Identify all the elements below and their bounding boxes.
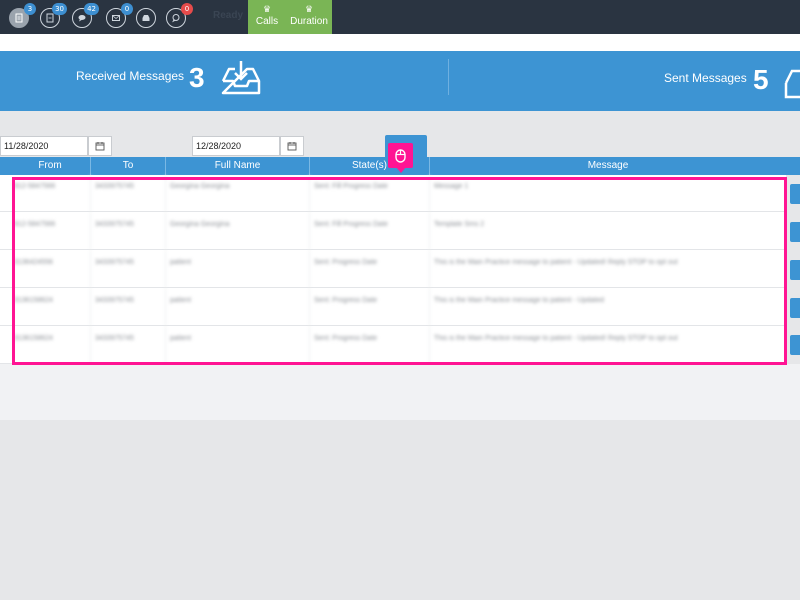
cell-to: 3433975745 bbox=[91, 213, 166, 250]
cell-to: 3433975745 bbox=[91, 251, 166, 288]
row-action-button[interactable] bbox=[790, 184, 800, 204]
cell-from: 912-5847566 bbox=[10, 213, 91, 250]
table-footer-area bbox=[0, 364, 800, 420]
notification-badge: 0 bbox=[121, 3, 133, 15]
spacer-strip bbox=[0, 34, 800, 51]
row-action-button[interactable] bbox=[790, 335, 800, 355]
inbox-download-icon bbox=[221, 61, 261, 95]
from-date-value: 11/28/2020 bbox=[4, 141, 49, 151]
sent-messages-count: 5 bbox=[753, 64, 769, 95]
cell-message: This is the Main Practice message to pat… bbox=[434, 259, 678, 266]
row-action-button[interactable] bbox=[790, 298, 800, 318]
cell-from: 3136158624 bbox=[10, 289, 91, 326]
notification-badge: 3 bbox=[24, 3, 36, 15]
tab-duration[interactable]: ♛ Duration bbox=[286, 0, 332, 34]
cell-from: 3136424556 bbox=[10, 251, 91, 288]
cell-states: Sent: Fill Progress Date bbox=[310, 175, 430, 212]
cell-states: Sent: Progress Date bbox=[310, 251, 430, 288]
column-header-from[interactable]: From bbox=[10, 157, 91, 175]
table-row[interactable]: 912-5847566 3433975745 Georgina Georgina… bbox=[0, 213, 786, 250]
cell-states: Sent: Progress Date bbox=[310, 289, 430, 326]
from-date-calendar-button[interactable] bbox=[88, 136, 112, 156]
cell-full-name: patient bbox=[166, 327, 310, 364]
table-row[interactable]: 912-5847566 3433975745 Georgina Georgina… bbox=[0, 175, 786, 212]
calendar-icon bbox=[95, 142, 105, 151]
cell-full-name: patient bbox=[166, 289, 310, 326]
mouse-icon bbox=[395, 148, 406, 163]
mail-icon[interactable]: 0 bbox=[106, 3, 133, 28]
cell-from: 912-5847566 bbox=[10, 175, 91, 212]
column-header-full-name[interactable]: Full Name bbox=[166, 157, 310, 175]
notification-badge: 42 bbox=[84, 3, 99, 15]
messages-table: 912-5847566 3433975745 Georgina Georgina… bbox=[0, 175, 786, 364]
table-row[interactable]: 3136158624 3433975745 patient Sent: Prog… bbox=[0, 289, 786, 326]
header-extension bbox=[786, 157, 800, 175]
stats-bar: Received Messages 3 Sent Messages 5 bbox=[0, 51, 800, 111]
chat-icon[interactable]: 42 bbox=[72, 3, 99, 28]
cell-to: 3433975745 bbox=[91, 327, 166, 364]
outbox-icon bbox=[784, 69, 800, 99]
row-action-button[interactable] bbox=[790, 222, 800, 242]
cell-states: Sent: Fill Progress Date bbox=[310, 213, 430, 250]
status-text: Ready bbox=[213, 10, 244, 21]
received-messages-label: Received Messages bbox=[76, 69, 185, 83]
page-background bbox=[0, 420, 800, 600]
received-messages-count: 3 bbox=[189, 62, 205, 93]
document-icon[interactable]: 3 bbox=[9, 3, 36, 28]
cell-from: 3136158624 bbox=[10, 327, 91, 364]
cell-message: Template Sms 2 bbox=[434, 221, 485, 228]
notification-badge: 30 bbox=[52, 3, 67, 15]
to-date-value: 12/28/2020 bbox=[196, 141, 242, 151]
sent-messages-label: Sent Messages bbox=[664, 71, 747, 85]
tab-calls[interactable]: ♛ Calls bbox=[248, 0, 286, 34]
comment-icon[interactable]: 0 bbox=[166, 3, 193, 28]
table-row[interactable]: 3136424556 3433975745 patient Sent: Prog… bbox=[0, 251, 786, 288]
column-header-to[interactable]: To bbox=[91, 157, 166, 175]
stats-divider bbox=[448, 59, 449, 95]
to-date-field[interactable]: 12/28/2020 bbox=[192, 136, 280, 156]
to-date-calendar-button[interactable] bbox=[280, 136, 304, 156]
row-action-button[interactable] bbox=[790, 260, 800, 280]
cell-to: 3433975745 bbox=[91, 175, 166, 212]
mouse-cursor-marker bbox=[388, 143, 413, 173]
crown-icon: ♛ bbox=[262, 4, 272, 14]
crown-icon: ♛ bbox=[304, 4, 314, 14]
notification-badge: 0 bbox=[181, 3, 193, 15]
cell-message: Message 1 bbox=[434, 183, 469, 190]
cell-message: This is the Main Practice message to pat… bbox=[434, 335, 678, 342]
cell-states: Sent: Progress Date bbox=[310, 327, 430, 364]
cell-full-name: patient bbox=[166, 251, 310, 288]
from-date-field[interactable]: 11/28/2020 bbox=[0, 136, 88, 156]
cell-message: This is the Main Practice message to pat… bbox=[434, 297, 605, 304]
tab-label: Duration bbox=[290, 16, 328, 27]
column-header-message[interactable]: Message bbox=[430, 157, 786, 175]
cell-to: 3433975745 bbox=[91, 289, 166, 326]
table-row[interactable]: 3136158624 3433975745 patient Sent: Prog… bbox=[0, 327, 786, 364]
file-icon[interactable]: 30 bbox=[40, 3, 67, 28]
cell-full-name: Georgina Georgina bbox=[166, 213, 310, 250]
calendar-icon bbox=[287, 142, 297, 151]
inbox-tray-icon[interactable] bbox=[136, 8, 156, 28]
cell-full-name: Georgina Georgina bbox=[166, 175, 310, 212]
top-nav-bar: 3 30 42 0 0 Ready ♛ Calls ♛ Duration bbox=[0, 0, 800, 34]
tab-label: Calls bbox=[255, 16, 279, 27]
